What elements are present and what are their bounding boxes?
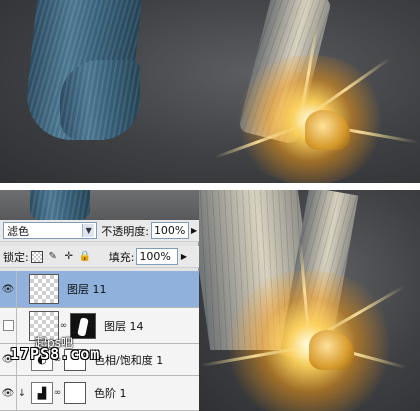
eye-icon[interactable]: 👁: [0, 271, 17, 307]
layer-row[interactable]: 👁 图层 11: [0, 271, 199, 308]
link-chain-icon: ∞: [59, 320, 68, 331]
blend-options-row: 滤色 ▼ 不透明度: 100% ▶: [0, 220, 199, 242]
fill-input[interactable]: 100%: [136, 248, 179, 265]
opacity-slider-arrow-icon[interactable]: ▶: [189, 222, 199, 239]
lock-transparent-pixels-icon[interactable]: [30, 250, 43, 263]
visibility-toggle-off[interactable]: [0, 308, 17, 343]
lock-position-icon[interactable]: ✛: [63, 251, 75, 263]
clipping-arrow-icon: ↓: [17, 387, 27, 399]
layer-name: 图层 14: [104, 319, 144, 333]
bottom-preview-image: [199, 190, 420, 411]
jeans-cuff-shape: [60, 60, 140, 140]
layer-thumbnail: [29, 310, 59, 341]
top-preview-image: [0, 0, 420, 183]
link-chain-icon: ∞: [53, 354, 62, 365]
eye-icon[interactable]: 👁: [0, 344, 17, 375]
lock-label: 锁定:: [3, 250, 29, 264]
layer-row[interactable]: 👁 ↓ ▟ ∞ 色阶 1: [0, 376, 199, 411]
fill-label: 填充:: [108, 250, 135, 264]
lock-all-icon[interactable]: 🔒: [79, 251, 91, 263]
layer-mask-thumbnail: [64, 348, 86, 371]
chevron-down-icon: ▼: [82, 224, 95, 237]
lock-image-pixels-icon[interactable]: ✎: [47, 251, 59, 263]
layer-name: 色相/饱和度 1: [94, 353, 164, 367]
eye-icon[interactable]: 👁: [0, 376, 17, 410]
blend-mode-select[interactable]: 滤色 ▼: [3, 222, 98, 239]
layers-panel: 滤色 ▼ 不透明度: 100% ▶ 锁定: ✎ ✛ 🔒 填充: 100% ▶ 👁…: [0, 220, 199, 411]
layer-mask-thumbnail: [70, 312, 96, 339]
layer-name: 色阶 1: [94, 387, 127, 400]
hue-saturation-adjustment-icon: ◐: [31, 348, 53, 371]
cropped-preview-strip: [0, 190, 199, 220]
layer-thumbnail: [29, 274, 59, 304]
layer-row[interactable]: ∞ 图层 14: [0, 308, 199, 344]
fill-slider-arrow-icon[interactable]: ▶: [178, 248, 189, 265]
link-chain-icon: ∞: [53, 388, 62, 398]
levels-adjustment-icon: ▟: [31, 382, 53, 404]
layer-name: 图层 11: [67, 283, 107, 296]
jeans-cuff-shape: [30, 190, 90, 220]
lock-options-row: 锁定: ✎ ✛ 🔒 填充: 100% ▶: [0, 246, 199, 268]
opacity-label: 不透明度:: [101, 224, 149, 238]
layer-row[interactable]: 👁 ◐ ∞ 色相/饱和度 1: [0, 344, 199, 376]
layer-mask-thumbnail: [64, 382, 86, 404]
opacity-input[interactable]: 100%: [150, 222, 190, 239]
blend-mode-value: 滤色: [7, 224, 29, 238]
